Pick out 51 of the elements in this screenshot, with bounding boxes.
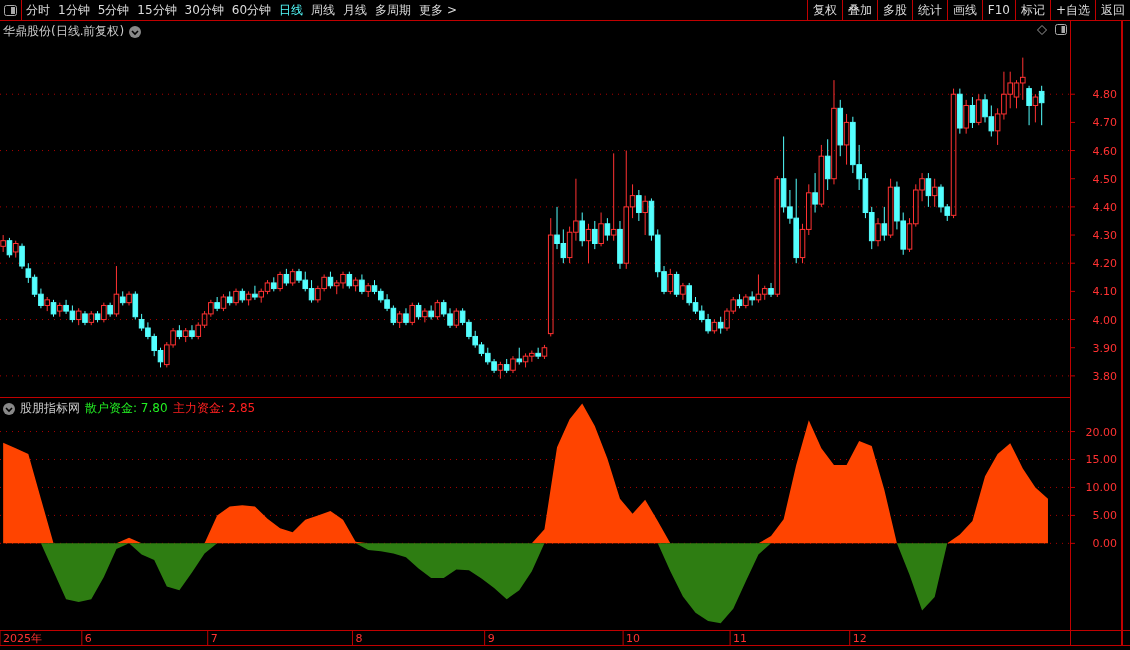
chevron-down-icon[interactable] xyxy=(3,402,15,415)
axis-label: 4.50 xyxy=(1092,172,1117,186)
toolbar-button[interactable]: 叠加 xyxy=(841,0,877,20)
period-tab[interactable]: 5分钟 xyxy=(93,0,134,20)
toolbar-button[interactable]: 统计 xyxy=(911,0,947,20)
date-label: 6 xyxy=(84,632,92,645)
toolbar-button[interactable]: 画线 xyxy=(946,0,982,20)
period-tab[interactable]: 月线 xyxy=(339,0,372,20)
legend-label: 主力资金: 2.85 xyxy=(172,400,256,417)
date-label: 7 xyxy=(210,632,218,645)
axis-label: 10.00 xyxy=(1085,481,1117,495)
axis-label: 15.00 xyxy=(1085,453,1117,467)
date-label: 2025年 xyxy=(3,632,42,645)
date-label: 10 xyxy=(626,632,641,645)
date-label: 12 xyxy=(852,632,867,645)
panel-toggle-icon[interactable] xyxy=(1055,24,1067,35)
legend-label: 散户资金: 7.80 xyxy=(85,400,168,417)
toolbar-button[interactable]: 返回 xyxy=(1095,0,1130,20)
axis-label: 20.00 xyxy=(1085,425,1117,439)
axis-label: 4.30 xyxy=(1092,229,1117,243)
toolbar-button[interactable]: 复权 xyxy=(806,0,842,20)
axis-label: 4.00 xyxy=(1092,313,1117,327)
chart-title: 华鼎股份(日线.前复权) xyxy=(3,23,125,40)
axis-label: 4.70 xyxy=(1092,116,1117,130)
axis-label: 4.10 xyxy=(1092,285,1117,299)
date-label: 9 xyxy=(487,632,495,645)
period-tab[interactable]: 60分钟 xyxy=(227,0,276,20)
period-tab[interactable]: 周线 xyxy=(307,0,340,20)
axis-label: 0.00 xyxy=(1092,537,1117,551)
indicator-title: 股朋指标网 xyxy=(20,400,80,417)
date-label: 11 xyxy=(733,632,748,645)
axis-label: 4.60 xyxy=(1092,144,1117,158)
period-tab[interactable]: 分时 xyxy=(22,0,54,20)
axis-label: 4.20 xyxy=(1092,257,1117,271)
period-tab[interactable]: 30分钟 xyxy=(180,0,228,20)
period-tab[interactable]: 1分钟 xyxy=(54,0,94,20)
axis-label: 5.00 xyxy=(1092,509,1117,523)
axis-label: 3.80 xyxy=(1092,369,1117,383)
period-tab[interactable]: 15分钟 xyxy=(133,0,181,20)
axis-label: 4.40 xyxy=(1092,200,1117,214)
toolbar-button[interactable]: F10 xyxy=(981,0,1015,20)
toolbar-button[interactable]: +自选 xyxy=(1049,0,1095,20)
toolbar-button[interactable]: 多股 xyxy=(876,0,912,20)
chevron-down-icon[interactable] xyxy=(129,25,142,38)
axis-label: 4.80 xyxy=(1092,88,1117,102)
toolbar-button[interactable]: 标记 xyxy=(1014,0,1050,20)
period-tab[interactable]: 更多 > xyxy=(415,0,461,20)
period-tab[interactable]: 多周期 xyxy=(371,0,416,20)
axis-label: 3.90 xyxy=(1092,341,1117,355)
date-label: 8 xyxy=(355,632,363,645)
period-tab[interactable]: 日线 xyxy=(275,0,308,20)
